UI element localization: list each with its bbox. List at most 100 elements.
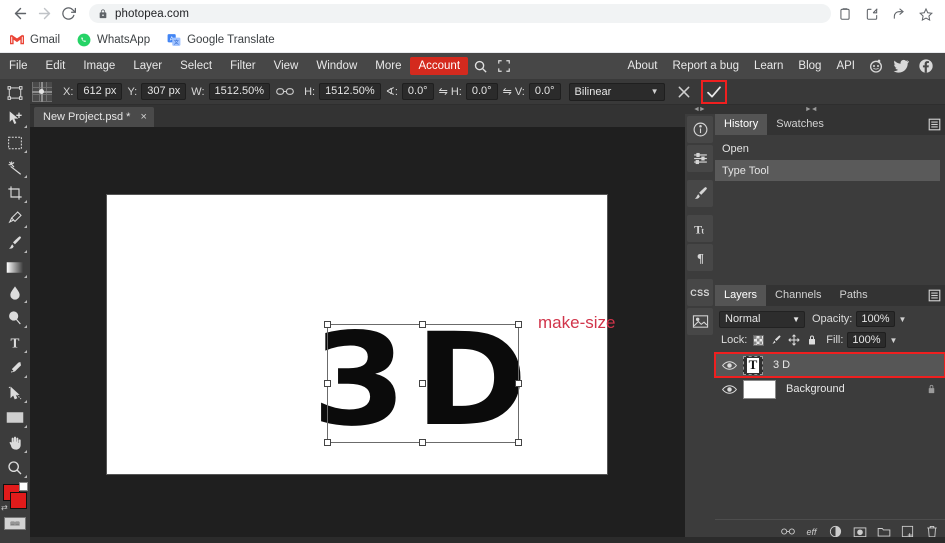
layer-row-background[interactable]: Background xyxy=(715,377,945,401)
interpolation-select[interactable]: Bilinear ▼ xyxy=(568,82,665,101)
transform-handle-top-left[interactable] xyxy=(324,321,331,328)
path-select-icon[interactable] xyxy=(1,380,29,405)
quick-mask-icon[interactable]: ▤▤ xyxy=(4,517,26,530)
default-colors-icon[interactable] xyxy=(19,482,28,491)
info-icon[interactable] xyxy=(687,116,713,143)
collapse-arrows-icon[interactable]: ◄► xyxy=(693,106,706,113)
tab-swatches[interactable]: Swatches xyxy=(767,114,833,135)
transform-handle-top-center[interactable] xyxy=(419,321,426,328)
commit-transform-button[interactable] xyxy=(700,79,727,104)
shape-rectangle-icon[interactable] xyxy=(1,405,29,430)
install-app-icon[interactable] xyxy=(865,7,879,21)
back-icon[interactable] xyxy=(8,2,32,26)
link-chain-icon[interactable] xyxy=(275,85,294,99)
type-icon[interactable]: T xyxy=(1,330,29,355)
lock-all-icon[interactable] xyxy=(805,333,819,347)
layer-row-3d[interactable]: T 3 D xyxy=(714,352,945,378)
canvas-workspace[interactable]: 3D make-size xyxy=(30,127,685,537)
paragraph-icon[interactable]: ¶ xyxy=(687,244,713,271)
move-artboard-icon[interactable] xyxy=(1,80,29,105)
menu-account[interactable]: Account xyxy=(410,57,469,75)
tab-layers[interactable]: Layers xyxy=(715,285,767,306)
reference-point-grid[interactable] xyxy=(32,81,52,102)
fullscreen-icon[interactable] xyxy=(492,56,516,76)
menu-more[interactable]: More xyxy=(366,57,410,75)
transform-selection-box[interactable] xyxy=(324,321,522,446)
paint-brush-icon[interactable] xyxy=(1,230,29,255)
hand-icon[interactable] xyxy=(1,430,29,455)
reload-icon[interactable] xyxy=(56,2,80,26)
share-icon[interactable] xyxy=(892,7,906,21)
document-canvas[interactable]: 3D make-size xyxy=(107,195,615,474)
link-about[interactable]: About xyxy=(620,57,664,75)
background-color-swatch[interactable] xyxy=(10,492,27,509)
clipboard-icon[interactable] xyxy=(838,7,852,21)
document-tab[interactable]: New Project.psd * × xyxy=(34,107,154,127)
forward-icon[interactable] xyxy=(32,2,56,26)
transform-handle-top-right[interactable] xyxy=(515,321,522,328)
panel-menu-icon[interactable] xyxy=(927,117,942,132)
history-item[interactable]: Open xyxy=(715,138,940,159)
swap-colors-icon[interactable]: ⇄ xyxy=(1,503,8,512)
collapse-arrows-icon-2[interactable]: ►◄ xyxy=(805,106,818,113)
fill-input[interactable]: 100% xyxy=(847,332,886,348)
menu-view[interactable]: View xyxy=(265,57,308,75)
close-icon[interactable]: × xyxy=(140,111,146,123)
fill-dropdown-icon[interactable]: ▼ xyxy=(890,336,898,345)
blur-drop-icon[interactable] xyxy=(1,280,29,305)
layer-name-background[interactable]: Background xyxy=(786,383,845,395)
skew-h-input[interactable]: 0.0° xyxy=(465,83,498,100)
lock-transparent-icon[interactable] xyxy=(751,333,765,347)
menu-file[interactable]: File xyxy=(0,57,37,75)
panel-collapse-bar[interactable]: ◄► ►◄ xyxy=(685,105,945,114)
x-input[interactable]: 612 px xyxy=(77,83,123,100)
transform-handle-bottom-center[interactable] xyxy=(419,439,426,446)
link-blog[interactable]: Blog xyxy=(791,57,828,75)
bookmark-star-icon[interactable] xyxy=(919,7,933,21)
eyedropper-icon[interactable] xyxy=(1,205,29,230)
height-input[interactable]: 1512.50% xyxy=(319,83,381,100)
bookmark-google-translate[interactable]: A文 Google Translate xyxy=(166,32,275,47)
layer-thumbnail-text[interactable]: T xyxy=(743,355,763,375)
tab-channels[interactable]: Channels xyxy=(766,285,830,306)
panel-menu-icon-layers[interactable] xyxy=(927,288,942,303)
css-icon[interactable]: CSS xyxy=(687,279,713,306)
transform-handle-bottom-right[interactable] xyxy=(515,439,522,446)
bookmark-whatsapp[interactable]: WhatsApp xyxy=(76,32,150,47)
opacity-dropdown-icon[interactable]: ▼ xyxy=(899,315,907,324)
menu-layer[interactable]: Layer xyxy=(124,57,171,75)
search-icon[interactable] xyxy=(468,56,492,76)
crop-icon[interactable] xyxy=(1,180,29,205)
y-input[interactable]: 307 px xyxy=(141,83,187,100)
layer-thumbnail-background[interactable] xyxy=(743,379,776,399)
twitter-icon[interactable] xyxy=(890,56,912,76)
history-list[interactable]: Open Type Tool xyxy=(715,135,945,271)
link-learn[interactable]: Learn xyxy=(747,57,790,75)
transform-handle-bottom-left[interactable] xyxy=(324,439,331,446)
angle-input[interactable]: 0.0° xyxy=(401,83,434,100)
history-item-selected[interactable]: Type Tool xyxy=(715,160,940,181)
lock-pixels-icon[interactable] xyxy=(769,333,783,347)
opacity-input[interactable]: 100% xyxy=(856,311,895,327)
rectangular-marquee-icon[interactable] xyxy=(1,130,29,155)
transform-handle-middle-right[interactable] xyxy=(515,379,522,387)
pen-icon[interactable] xyxy=(1,355,29,380)
character-icon[interactable]: Tt xyxy=(687,215,713,242)
bookmark-gmail[interactable]: Gmail xyxy=(9,32,60,47)
color-swatches[interactable]: ⇄ xyxy=(1,482,29,512)
link-report-a-bug[interactable]: Report a bug xyxy=(666,57,747,75)
dodge-icon[interactable] xyxy=(1,305,29,330)
zoom-icon[interactable] xyxy=(1,455,29,480)
width-input[interactable]: 1512.50% xyxy=(208,83,271,100)
layer-visibility-eye-icon[interactable] xyxy=(721,357,737,373)
facebook-icon[interactable] xyxy=(915,56,937,76)
menu-image[interactable]: Image xyxy=(74,57,124,75)
blend-mode-select[interactable]: Normal ▼ xyxy=(719,310,805,328)
tab-history[interactable]: History xyxy=(715,114,768,135)
transform-handle-center[interactable] xyxy=(419,379,426,387)
address-bar[interactable]: photopea.com xyxy=(89,4,831,23)
skew-v-input[interactable]: 0.0° xyxy=(528,83,561,100)
cancel-transform-button[interactable] xyxy=(675,83,693,101)
menu-filter[interactable]: Filter xyxy=(221,57,265,75)
menu-edit[interactable]: Edit xyxy=(37,57,75,75)
